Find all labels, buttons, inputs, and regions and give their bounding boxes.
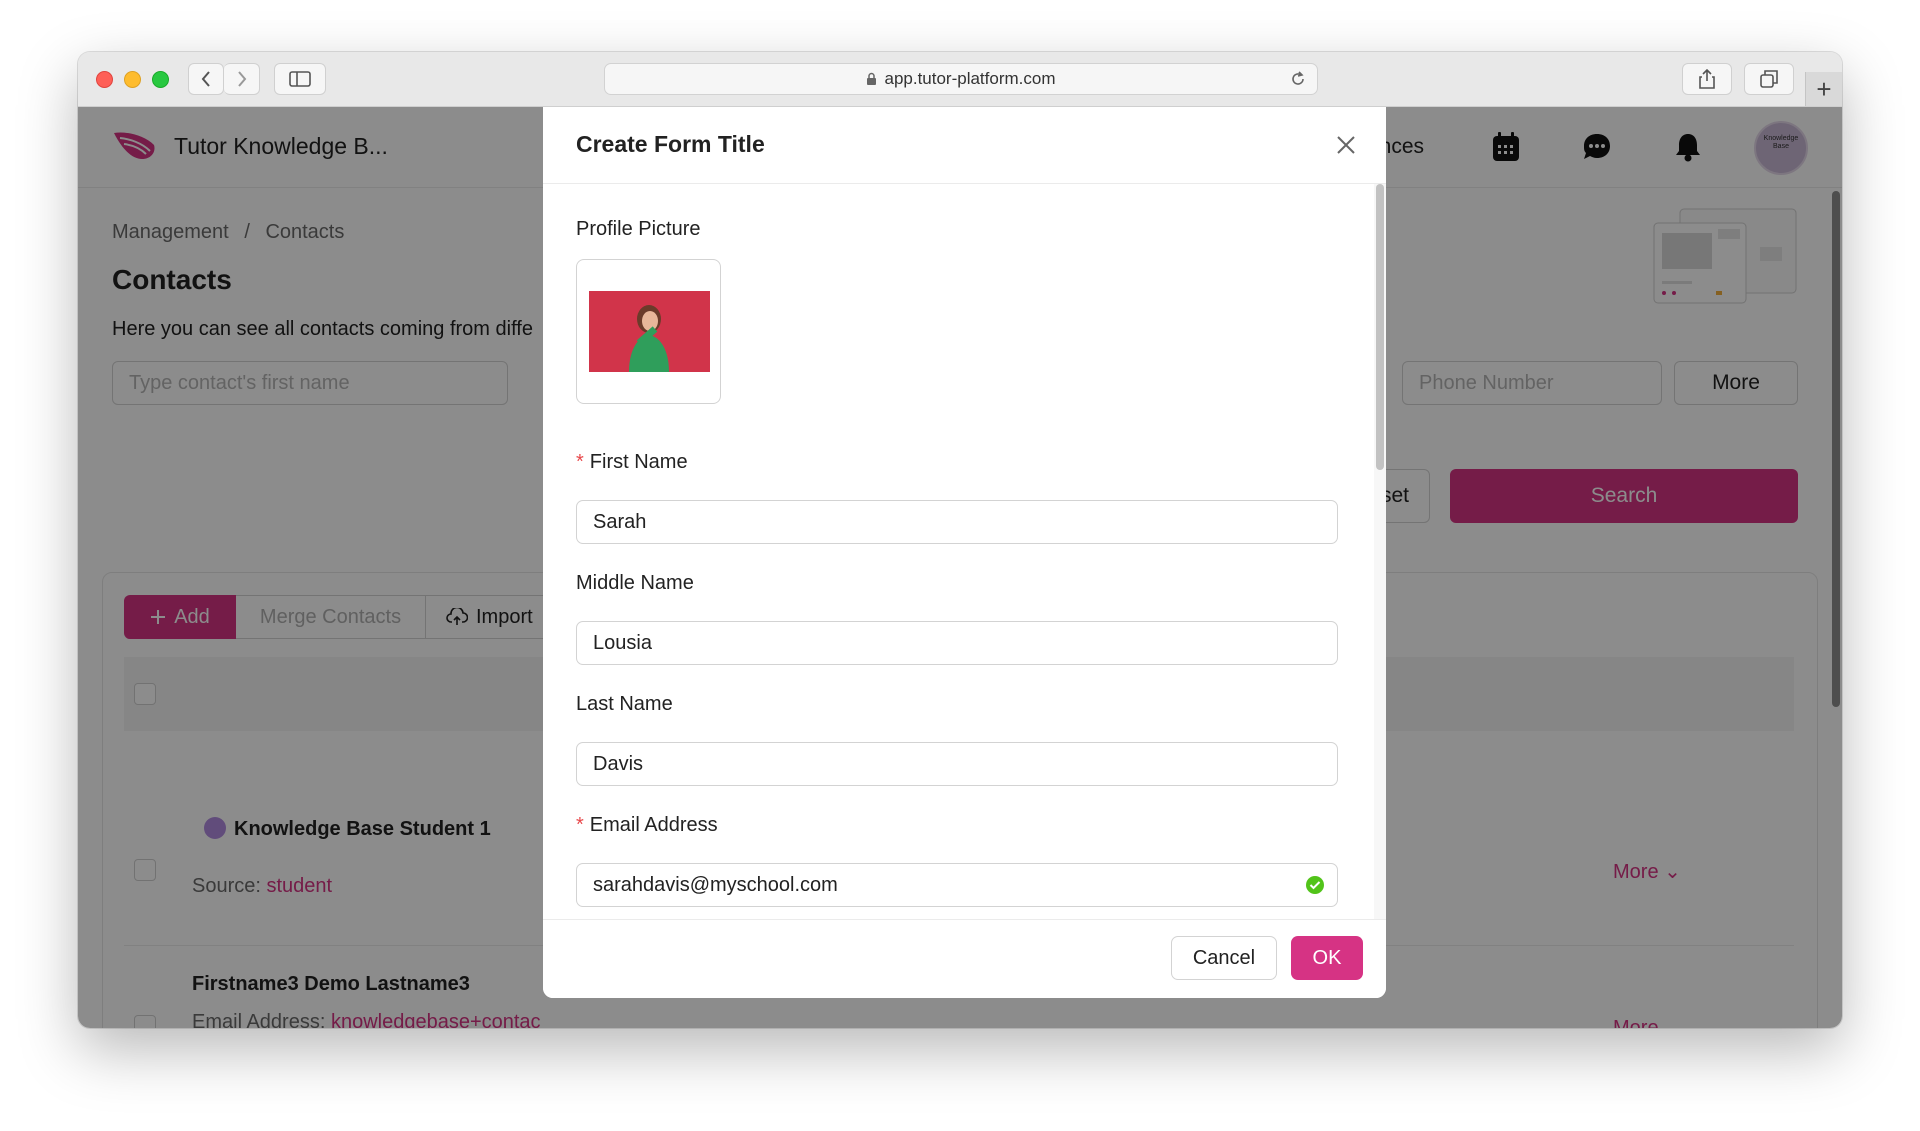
chevron-left-icon <box>201 71 210 87</box>
browser-titlebar: app.tutor-platform.com + <box>78 52 1842 107</box>
last-name-label: Last Name <box>576 693 673 715</box>
browser-window: app.tutor-platform.com + Tutor Knowledge… <box>78 52 1842 1028</box>
last-name-field[interactable]: Davis <box>576 742 1338 786</box>
tabs-icon <box>1760 70 1778 88</box>
url-text: app.tutor-platform.com <box>884 69 1056 88</box>
modal-body: Profile Picture * First Name Sarah Middl… <box>543 184 1386 919</box>
ok-button[interactable]: OK <box>1291 936 1363 980</box>
email-address-field[interactable]: sarahdavis@myschool.com <box>576 863 1338 907</box>
modal-scrollbar-thumb[interactable] <box>1376 184 1384 470</box>
share-icon <box>1699 69 1715 89</box>
reload-icon[interactable] <box>1289 70 1307 88</box>
sidebar-icon <box>289 71 311 87</box>
modal-scrollbar[interactable] <box>1374 184 1386 919</box>
lock-icon <box>867 72 877 85</box>
cancel-button[interactable]: Cancel <box>1171 936 1277 980</box>
tabs-overview-button[interactable] <box>1744 63 1794 95</box>
close-icon[interactable] <box>1334 133 1358 157</box>
plus-icon: + <box>1816 73 1832 104</box>
profile-picture-label: Profile Picture <box>576 218 701 240</box>
close-window-button[interactable] <box>96 71 113 88</box>
forward-button[interactable] <box>224 63 260 95</box>
address-bar[interactable]: app.tutor-platform.com <box>604 63 1318 95</box>
email-address-label: * Email Address <box>576 814 718 836</box>
first-name-label: * First Name <box>576 451 688 473</box>
person-photo-icon <box>589 291 710 372</box>
page-content: Tutor Knowledge B... ances Knowledge Bas… <box>78 107 1842 1028</box>
zoom-window-button[interactable] <box>152 71 169 88</box>
modal-title: Create Form Title <box>576 131 765 157</box>
create-form-modal: Create Form Title Profile Picture * Firs… <box>543 107 1386 998</box>
first-name-field[interactable]: Sarah <box>576 500 1338 544</box>
back-button[interactable] <box>188 63 224 95</box>
profile-picture-upload[interactable] <box>576 259 721 404</box>
required-marker: * <box>576 451 584 473</box>
modal-header: Create Form Title <box>543 107 1386 184</box>
minimize-window-button[interactable] <box>124 71 141 88</box>
modal-footer: Cancel OK <box>543 919 1386 998</box>
required-marker: * <box>576 814 584 836</box>
middle-name-label: Middle Name <box>576 572 694 594</box>
sidebar-toggle-button[interactable] <box>274 63 326 95</box>
profile-photo <box>589 291 710 372</box>
share-button[interactable] <box>1682 63 1732 95</box>
middle-name-field[interactable]: Lousia <box>576 621 1338 665</box>
chevron-right-icon <box>237 71 246 87</box>
check-valid-icon <box>1306 876 1324 894</box>
new-tab-button[interactable]: + <box>1805 72 1842 106</box>
